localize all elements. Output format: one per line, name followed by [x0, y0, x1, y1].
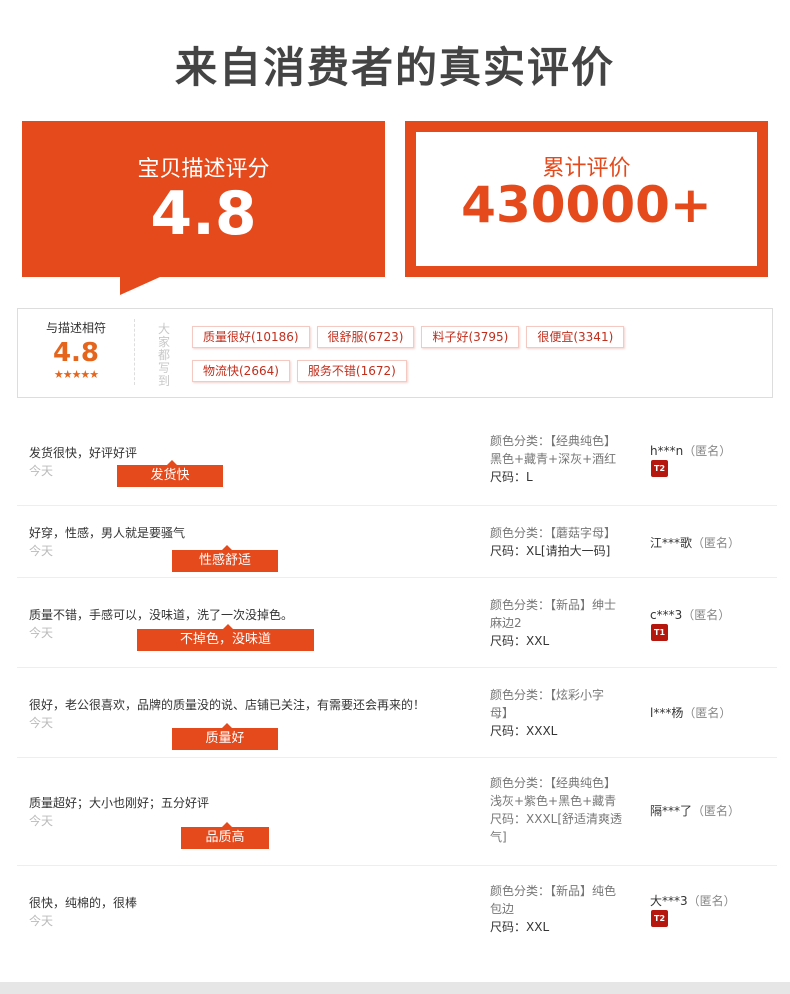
reviewer-name: 江***歌（匿名） — [650, 534, 740, 551]
description-score-value: 4.8 — [150, 179, 257, 249]
user-level-badge-icon: T2 — [651, 460, 668, 477]
review-text: 发货很快，好评好评 — [29, 446, 138, 460]
reviewer-nick: l***杨 — [650, 706, 684, 720]
review-tag[interactable]: 质量很好(10186) — [192, 326, 310, 348]
review-text: 很快，纯棉的，很棒 — [29, 896, 138, 910]
speech-tail — [120, 277, 160, 295]
review-item: 发货很快，好评好评 今天 发货快 颜色分类：【经典纯色】 黑色+藏青+深灰+酒红… — [17, 420, 777, 506]
review-date: 今天 — [29, 544, 54, 558]
reviewer-name: 隔***了（匿名） — [650, 802, 740, 819]
review-text: 很好，老公很喜欢，品牌的质量没的说、店铺已关注，有需要还会再来的！ — [29, 698, 426, 712]
anonymous-label: （匿名） — [692, 804, 741, 818]
review-date: 今天 — [29, 716, 54, 730]
product-spec: 颜色分类：【新品】纯色 包边 尺码：XXL — [490, 882, 635, 936]
review-item: 很快，纯棉的，很棒 今天 颜色分类：【新品】纯色 包边 尺码：XXL 大***3… — [17, 866, 777, 956]
anonymous-label: （匿名） — [692, 536, 741, 550]
description-score-card: 宝贝描述评分 4.8 — [22, 121, 385, 295]
spec-line: 颜色分类：【蘑菇字母】 — [490, 526, 617, 540]
user-level-badge-icon: T2 — [651, 910, 668, 927]
review-date: 今天 — [29, 914, 54, 928]
review-item: 质量超好；大小也刚好；五分好评 今天 品质高 颜色分类：【经典纯色】 浅灰+紫色… — [17, 758, 777, 866]
spec-line: 尺码：XXXL[舒适清爽透 — [490, 812, 623, 826]
review-tags-panel: 与描述相符 4.8 ★★★★★ 大家都写到 质量很好(10186) 很舒服(672… — [17, 308, 773, 398]
review-highlight: 品质高 — [181, 822, 269, 849]
star-rating-icon: ★★★★★ — [53, 368, 99, 381]
spec-line: 颜色分类：【炫彩小字 — [490, 688, 605, 702]
review-item: 好穿，性感，男人就是要骚气 今天 性感舒适 颜色分类：【蘑菇字母】 尺码：XL[… — [17, 506, 777, 578]
total-reviews-card: 累计评价 430000+ — [405, 121, 768, 277]
reviewer-nick: h***n — [650, 444, 684, 458]
match-score-label: 与描述相符 — [45, 321, 106, 335]
anonymous-label: （匿名） — [687, 894, 736, 908]
review-text: 好穿，性感，男人就是要骚气 — [29, 526, 186, 540]
review-tag[interactable]: 很舒服(6723) — [316, 326, 415, 348]
reviewer-nick: c***3 — [650, 608, 683, 622]
spec-line: 尺码：L — [490, 470, 533, 484]
spec-line: 母】 — [490, 706, 515, 720]
match-score: 与描述相符 4.8 ★★★★★ — [34, 319, 118, 381]
reviewer-nick: 隔***了 — [650, 804, 693, 818]
product-spec: 颜色分类：【炫彩小字 母】 尺码：XXXL — [490, 686, 635, 740]
total-reviews-value: 430000+ — [461, 176, 712, 234]
spec-line: 气] — [490, 830, 507, 844]
spec-line: 尺码：XL[请拍大一码] — [490, 544, 611, 558]
product-spec: 颜色分类：【经典纯色】 浅灰+紫色+黑色+藏青 尺码：XXXL[舒适清爽透 气] — [490, 774, 635, 846]
spec-line: 颜色分类：【新品】纯色 — [490, 884, 617, 898]
review-item: 很好，老公很喜欢，品牌的质量没的说、店铺已关注，有需要还会再来的！ 今天 质量好… — [17, 668, 777, 758]
review-highlight: 性感舒适 — [172, 545, 278, 572]
anonymous-label: （匿名） — [683, 444, 732, 458]
review-date: 今天 — [29, 626, 54, 640]
spec-line: 颜色分类：【经典纯色】 — [490, 434, 617, 448]
reviewer-name: h***n（匿名） — [650, 442, 731, 459]
tag-list: 质量很好(10186) 很舒服(6723) 料子好(3795) 很便宜(3341) 物… — [192, 326, 752, 394]
reviewer-name: 大***3（匿名） — [650, 892, 736, 909]
anonymous-label: （匿名） — [682, 608, 731, 622]
spec-line: 尺码：XXL — [490, 634, 550, 648]
review-date: 今天 — [29, 814, 54, 828]
spec-line: 尺码：XXL — [490, 920, 550, 934]
review-text: 质量超好；大小也刚好；五分好评 — [29, 796, 210, 810]
bottom-bar — [0, 982, 790, 994]
review-tag[interactable]: 很便宜(3341) — [526, 326, 625, 348]
review-tag[interactable]: 服务不错(1672) — [296, 360, 407, 382]
review-highlight: 不掉色，没味道 — [137, 624, 314, 651]
reviewer-name: c***3（匿名） — [650, 606, 730, 623]
review-list: 发货很快，好评好评 今天 发货快 颜色分类：【经典纯色】 黑色+藏青+深灰+酒红… — [17, 420, 777, 956]
spec-line: 麻边2 — [490, 616, 522, 630]
review-item: 质量不错，手感可以，没味道，洗了一次没掉色。 今天 不掉色，没味道 颜色分类：【… — [17, 578, 777, 668]
spec-line: 尺码：XXXL — [490, 724, 558, 738]
user-level-badge-icon: T1 — [651, 624, 668, 641]
spec-line: 浅灰+紫色+黑色+藏青 — [490, 794, 617, 808]
review-tag[interactable]: 物流快(2664) — [192, 360, 290, 382]
product-spec: 颜色分类：【蘑菇字母】 尺码：XL[请拍大一码] — [490, 524, 635, 560]
review-tag[interactable]: 料子好(3795) — [421, 326, 520, 348]
tags-side-label: 大家都写到 — [158, 322, 171, 388]
review-highlight: 发货快 — [117, 460, 223, 487]
spec-line: 颜色分类：【新品】绅士 — [490, 598, 617, 612]
product-spec: 颜色分类：【新品】绅士 麻边2 尺码：XXL — [490, 596, 635, 650]
spec-line: 黑色+藏青+深灰+酒红 — [490, 452, 617, 466]
product-spec: 颜色分类：【经典纯色】 黑色+藏青+深灰+酒红 尺码：L — [490, 432, 635, 486]
divider — [134, 319, 135, 385]
review-date: 今天 — [29, 464, 54, 478]
reviewer-nick: 大***3 — [650, 894, 688, 908]
reviewer-name: l***杨（匿名） — [650, 704, 731, 721]
page-title: 来自消费者的真实评价 — [174, 43, 615, 92]
review-text: 质量不错，手感可以，没味道，洗了一次没掉色。 — [29, 608, 294, 622]
review-highlight: 质量好 — [172, 723, 278, 750]
match-score-value: 4.8 — [52, 338, 100, 368]
anonymous-label: （匿名） — [683, 706, 732, 720]
spec-line: 颜色分类：【经典纯色】 — [490, 776, 617, 790]
spec-line: 包边 — [490, 902, 515, 916]
reviewer-nick: 江***歌 — [650, 536, 693, 550]
